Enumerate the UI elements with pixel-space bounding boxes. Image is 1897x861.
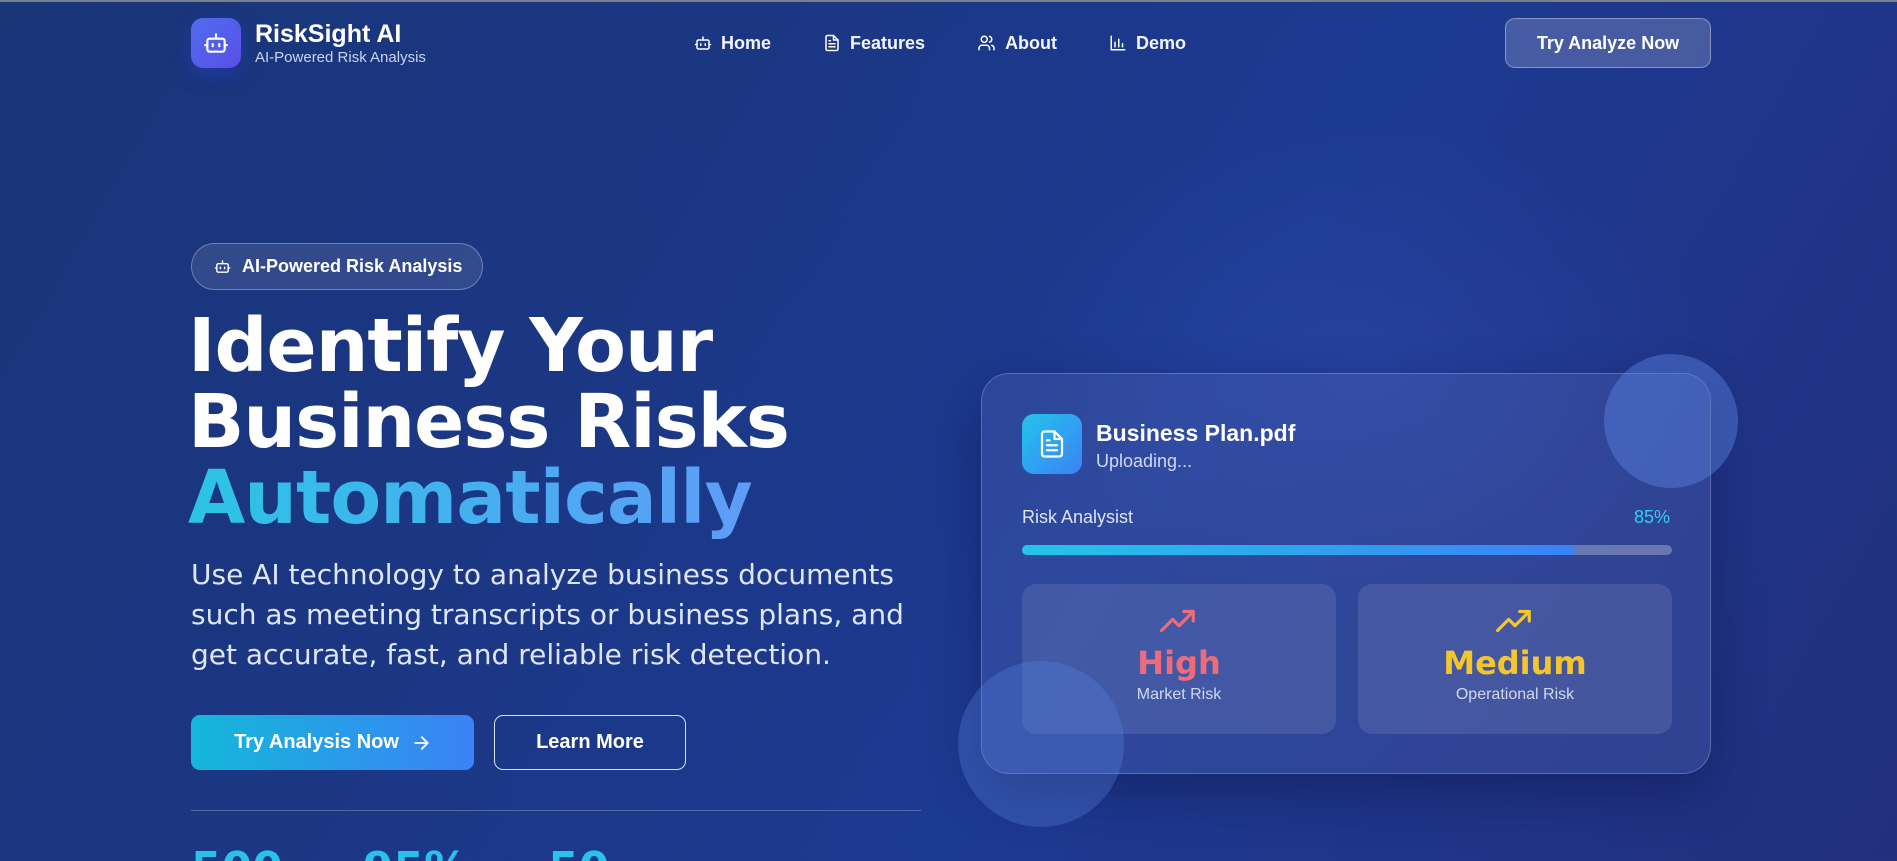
progress-value: 85% bbox=[1633, 507, 1670, 527]
try-analysis-now-label: Try Analysis Now bbox=[234, 731, 399, 753]
document-icon bbox=[825, 34, 839, 52]
try-analyze-now-button[interactable]: Try Analyze Now bbox=[1505, 18, 1711, 68]
users-icon bbox=[978, 35, 995, 51]
trending-up-icon bbox=[1160, 609, 1195, 633]
nav-item-about-label: About bbox=[1005, 32, 1058, 53]
brand[interactable]: RiskSight AI AI-Powered Risk Analysis bbox=[191, 18, 426, 68]
progress-fill bbox=[1022, 545, 1575, 555]
stat-value: 500 bbox=[191, 843, 283, 861]
headline-highlight: Automatically bbox=[188, 455, 753, 541]
robot-icon bbox=[214, 260, 231, 273]
progress-label: Risk Analysist bbox=[1022, 507, 1134, 527]
file-status: Uploading... bbox=[1096, 451, 1193, 471]
robot-icon bbox=[191, 18, 241, 68]
file-name: Business Plan.pdf bbox=[1096, 420, 1296, 446]
nav-item-features[interactable]: Features bbox=[823, 30, 925, 56]
hero-headline: Identify Your Business Risks Automatical… bbox=[188, 303, 790, 536]
progress-bar bbox=[1022, 545, 1672, 555]
headline-line-1: Identify Your bbox=[188, 303, 713, 389]
hero-description: Use AI technology to analyze business do… bbox=[191, 558, 904, 671]
arrow-right-icon bbox=[414, 735, 429, 750]
risk-card-operational: Medium Operational Risk bbox=[1358, 584, 1672, 734]
nav-item-features-label: Features bbox=[850, 32, 926, 53]
learn-more-button[interactable]: Learn More bbox=[494, 715, 686, 770]
brand-tagline: AI-Powered Risk Analysis bbox=[255, 49, 426, 66]
nav-item-home[interactable]: Home bbox=[694, 30, 771, 56]
nav-item-demo-label: Demo bbox=[1136, 32, 1187, 53]
document-icon bbox=[1022, 414, 1082, 474]
try-analysis-now-button[interactable]: Try Analysis Now bbox=[191, 715, 474, 770]
top-navbar: RiskSight AI AI-Powered Risk Analysis Ho… bbox=[0, 0, 1897, 86]
hero-badge: AI-Powered Risk Analysis bbox=[191, 243, 484, 290]
stat-value: 50 bbox=[548, 843, 609, 861]
stats-row: 500 95% 50 bbox=[191, 843, 689, 861]
decorative-bubble bbox=[958, 661, 1124, 827]
hero-divider bbox=[191, 810, 921, 811]
hero-badge-label: AI-Powered Risk Analysis bbox=[242, 256, 463, 276]
bar-chart-icon bbox=[1110, 35, 1126, 51]
nav-item-home-label: Home bbox=[721, 32, 772, 53]
risk-category: Operational Risk bbox=[1455, 686, 1575, 703]
robot-icon bbox=[694, 36, 712, 50]
decorative-bubble bbox=[1604, 354, 1738, 488]
brand-name: RiskSight AI bbox=[255, 20, 402, 48]
stat-value: 95% bbox=[363, 843, 468, 861]
headline-line-2: Business Risks bbox=[188, 379, 790, 465]
main-menu: Home Features About Demo bbox=[694, 30, 1238, 56]
nav-item-about[interactable]: About bbox=[977, 30, 1057, 56]
nav-item-demo[interactable]: Demo bbox=[1109, 30, 1186, 56]
risk-level: Medium bbox=[1443, 644, 1587, 682]
trending-up-icon bbox=[1496, 609, 1531, 633]
